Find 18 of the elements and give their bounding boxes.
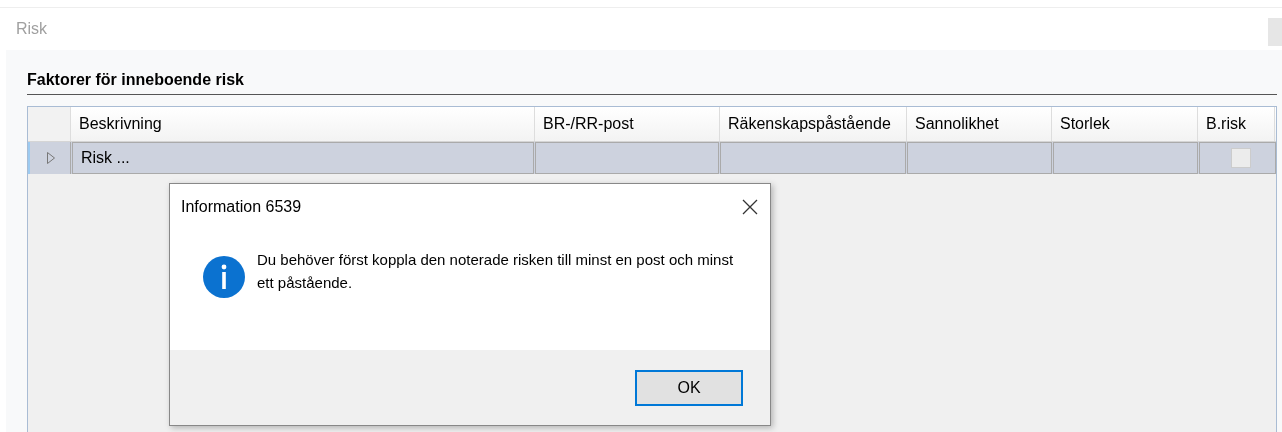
column-header[interactable]: B.risk: [1198, 107, 1275, 141]
column-header[interactable]: Räkenskapspåstående: [720, 107, 907, 141]
close-icon[interactable]: [742, 199, 758, 215]
column-header[interactable]: Storlek: [1052, 107, 1198, 141]
column-header[interactable]: BR-/RR-post: [535, 107, 720, 141]
section-title: Faktorer för inneboende risk: [27, 71, 244, 88]
checkbox[interactable]: [1231, 148, 1251, 168]
scroll-handle[interactable]: [1268, 18, 1282, 46]
ok-button[interactable]: OK: [635, 369, 743, 406]
expand-arrow-icon[interactable]: [46, 151, 56, 165]
page-title: Risk: [16, 19, 48, 39]
dialog-title: Information 6539: [181, 197, 302, 217]
table-row[interactable]: Risk ...: [28, 142, 1276, 174]
column-header[interactable]: Beskrivning: [71, 107, 535, 141]
dialog-message: Du behöver först koppla den noterade risken till minst en post och minst ett påstående.: [257, 250, 735, 293]
table-cell: Risk ...: [71, 142, 534, 174]
column-header[interactable]: Sannolikhet: [907, 107, 1052, 141]
info-icon: [203, 256, 245, 298]
